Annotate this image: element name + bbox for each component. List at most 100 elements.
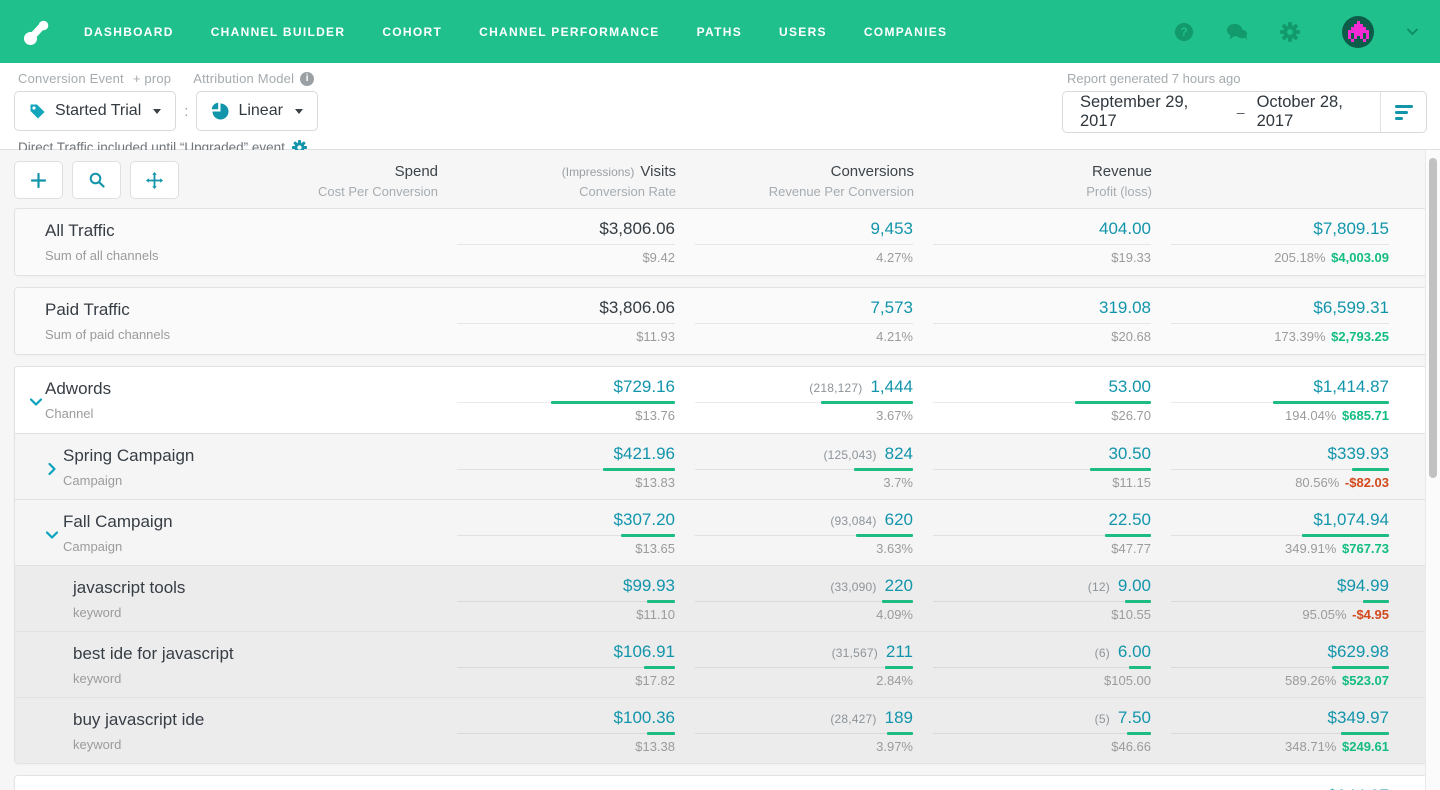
spend-value: $421.96 xyxy=(614,444,675,464)
conversions-sub-value: $47.77 xyxy=(933,541,1151,556)
metric-bar-track xyxy=(457,732,675,735)
revenue-cell: $94.9995.05% -$4.95 xyxy=(1151,576,1389,622)
avatar-pixel-art xyxy=(1348,21,1351,24)
chevron-down-icon[interactable] xyxy=(29,395,43,409)
revenue-value: $94.99 xyxy=(1337,576,1389,596)
metric-bar-track xyxy=(933,666,1151,669)
table-row[interactable]: best ide for javascriptkeyword$106.91$17… xyxy=(15,631,1426,697)
revenue-cell: $1,074.94349.91% $767.73 xyxy=(1151,510,1389,556)
revenue-value: $1,074.94 xyxy=(1313,510,1389,530)
visits-sub-value: 4.21% xyxy=(695,329,913,344)
revenue-value: $1,414.87 xyxy=(1313,377,1389,397)
nav-item-companies[interactable]: COMPANIES xyxy=(864,25,947,39)
nav-item-channel-builder[interactable]: CHANNEL BUILDER xyxy=(211,25,346,39)
add-channel-button[interactable] xyxy=(14,161,63,199)
date-separator: – xyxy=(1237,104,1245,120)
visits-value: 620 xyxy=(885,510,913,530)
date-end: October 28, 2017 xyxy=(1257,93,1380,131)
table-row[interactable]: All TrafficSum of all channels $3,806.06 $… xyxy=(15,209,1426,275)
spend-cell: $106.91$17.82 xyxy=(437,642,675,688)
spend-sub-value: $13.83 xyxy=(457,475,675,490)
metric-bar xyxy=(1105,534,1151,537)
table-row[interactable]: javascript toolskeyword$99.93$11.10(33,0… xyxy=(15,565,1426,631)
spend-value: $3,806.06 xyxy=(599,219,675,239)
pie-chart-icon xyxy=(211,102,229,120)
spend-cell: $100.36$13.38 xyxy=(437,708,675,754)
conversions-value: 9.00 xyxy=(1118,576,1151,596)
row-title: Fall Campaign xyxy=(63,512,173,532)
scrollbar-thumb[interactable] xyxy=(1429,158,1437,478)
metric-bar-track xyxy=(1171,322,1389,325)
scrollbar[interactable] xyxy=(1425,150,1440,790)
table-row[interactable]: VideoChannel$299.9067514.00$944.97 xyxy=(15,776,1426,790)
reorder-button[interactable] xyxy=(130,161,179,199)
row-subtitle: keyword xyxy=(73,737,204,752)
date-range-picker[interactable]: September 29, 2017 – October 28, 2017 xyxy=(1062,91,1427,133)
profit-value: $767.73 xyxy=(1342,541,1389,556)
metric-bar-track xyxy=(457,401,675,404)
metric-bar-track xyxy=(457,243,675,246)
nav-item-paths[interactable]: PATHS xyxy=(697,25,742,39)
metric-bar xyxy=(551,401,675,404)
search-button[interactable] xyxy=(72,161,121,199)
conversions-cell: 22.50$47.77 xyxy=(913,510,1151,556)
attribution-model-select[interactable]: Linear xyxy=(196,91,317,131)
conversion-event-label: Conversion Event xyxy=(18,71,124,86)
conversions-cell: (5)7.50$46.66 xyxy=(913,708,1151,754)
row-subtitle: Channel xyxy=(45,406,111,421)
table-row[interactable]: AdwordsChannel$729.16$13.76(218,127)1,44… xyxy=(15,367,1426,433)
metric-bar xyxy=(882,600,913,603)
metric-bar-track xyxy=(1171,468,1389,471)
metric-bar xyxy=(1125,600,1151,603)
settings-icon[interactable] xyxy=(1279,22,1301,42)
chevron-down-icon[interactable] xyxy=(1407,28,1418,36)
tag-icon xyxy=(29,103,46,120)
add-prop-link[interactable]: + prop xyxy=(133,71,171,86)
table-row[interactable]: buy javascript idekeyword$100.36$13.38(2… xyxy=(15,697,1426,763)
metric-bar xyxy=(1302,534,1389,537)
metric-bar-track xyxy=(457,534,675,537)
row-title: best ide for javascript xyxy=(73,644,234,664)
avatar[interactable] xyxy=(1342,16,1374,48)
conversions-cell: (6)6.00$105.00 xyxy=(913,642,1151,688)
nav-item-users[interactable]: USERS xyxy=(779,25,827,39)
conversions-sub-value: $46.66 xyxy=(933,739,1151,754)
chevron-right-icon[interactable] xyxy=(45,462,59,476)
filter-icon[interactable] xyxy=(1380,92,1426,132)
profit-percent: 194.04% xyxy=(1285,408,1336,423)
row-subtitle: Campaign xyxy=(63,539,173,554)
row-title: javascript tools xyxy=(73,578,185,598)
info-icon[interactable]: i xyxy=(300,72,314,86)
table-row[interactable]: Spring CampaignCampaign$421.96$13.83(125… xyxy=(15,433,1426,499)
metric-bar-track xyxy=(933,468,1151,471)
metric-bar-track xyxy=(1171,732,1389,735)
profit-line: 589.26% $523.07 xyxy=(1171,673,1389,688)
table-row[interactable]: Fall CampaignCampaign$307.20$13.65(93,08… xyxy=(15,499,1426,565)
visits-cell: 7,5734.21% xyxy=(675,298,913,344)
metric-bar-track xyxy=(695,468,913,471)
spend-value: $307.20 xyxy=(614,510,675,530)
visits-cell: (218,127)1,4443.67% xyxy=(675,377,913,423)
visits-sub-value: 4.09% xyxy=(695,607,913,622)
impressions-count: (93,084) xyxy=(830,514,876,528)
row-title: Adwords xyxy=(45,379,111,399)
conversion-event-select[interactable]: Started Trial xyxy=(14,91,176,131)
revenue-value: $7,809.15 xyxy=(1313,219,1389,239)
table-row[interactable]: Paid TrafficSum of paid channels$3,806.0… xyxy=(15,288,1426,354)
nav-item-channel-performance[interactable]: CHANNEL PERFORMANCE xyxy=(479,25,659,39)
chat-icon[interactable] xyxy=(1226,22,1248,42)
chevron-down-icon[interactable] xyxy=(45,528,59,542)
metric-bar-track xyxy=(695,534,913,537)
row-name-cell: All TrafficSum of all channels xyxy=(45,221,437,263)
visits-sub-value: 2.84% xyxy=(695,673,913,688)
nav-item-cohort[interactable]: COHORT xyxy=(382,25,442,39)
visits-value: 9,453 xyxy=(870,219,913,239)
top-nav: DASHBOARD CHANNEL BUILDER COHORT CHANNEL… xyxy=(0,0,1440,63)
profit-value: $2,793.25 xyxy=(1331,329,1389,344)
help-icon[interactable]: ? xyxy=(1173,22,1195,42)
app-logo-icon[interactable] xyxy=(22,16,54,48)
conversions-cell: 30.50$11.15 xyxy=(913,444,1151,490)
nav-item-dashboard[interactable]: DASHBOARD xyxy=(84,25,174,39)
profit-value: $4,003.09 xyxy=(1331,250,1389,265)
metric-bar-track xyxy=(933,534,1151,537)
